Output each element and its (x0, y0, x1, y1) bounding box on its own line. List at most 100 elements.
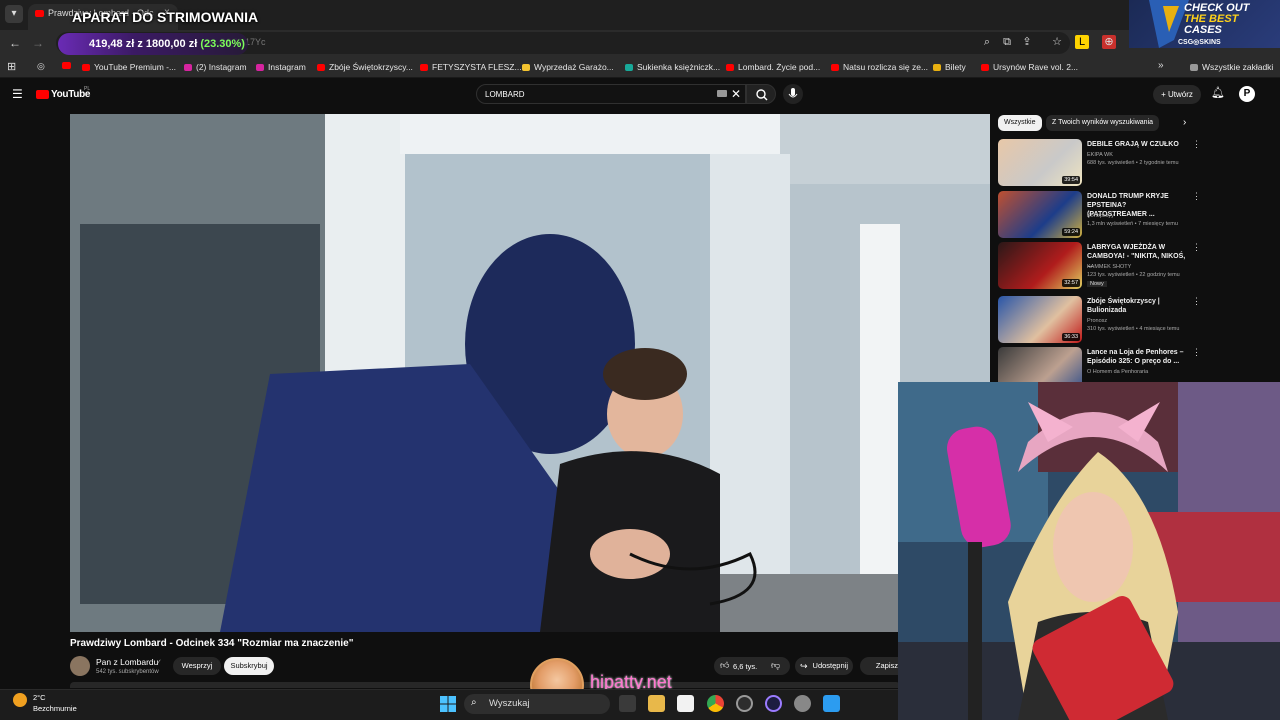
weather-temperature[interactable]: 2°C (33, 693, 46, 702)
obs-icon[interactable] (736, 695, 753, 712)
recommended-channel[interactable]: KAMMEK SHOTY (1087, 264, 1131, 270)
bookmark-item[interactable]: Instagram (256, 61, 306, 73)
thumbs-up-icon[interactable]: 👍︎ (720, 660, 729, 671)
video-thumbnail[interactable]: 32:57 (998, 242, 1082, 289)
taskbar-search[interactable] (464, 694, 610, 714)
bookmark-star-icon[interactable]: ☆ (1050, 35, 1064, 49)
recommended-video-title[interactable]: Lance na Loja de Penhores – Episódio 325… (1087, 348, 1187, 366)
subscribe-button[interactable]: Subskrybuj (224, 657, 274, 675)
tab-search-dropdown[interactable]: ▾ (5, 5, 23, 23)
bookmark-item[interactable]: YouTube Premium -... (82, 61, 176, 73)
zoom-icon[interactable]: ⌕ (980, 35, 994, 49)
bookmark-label: Sukienka księżniczk... (637, 62, 721, 72)
menu-hamburger-icon[interactable]: ☰ (12, 87, 23, 101)
channel-avatar[interactable] (70, 656, 90, 676)
recommended-meta: 688 tys. wyświetleń • 2 tygodnie temu (1087, 160, 1179, 166)
recommended-video-title[interactable]: Zbóje Świętokrzyscy | Bulionizada (1087, 297, 1187, 315)
search-button[interactable] (746, 84, 776, 104)
more-options-icon[interactable]: ⋮ (1192, 347, 1201, 358)
extension-icon[interactable]: ⊕ (1102, 35, 1116, 49)
save-button[interactable]: Zapisz (860, 657, 900, 675)
donation-goal-text: 419,48 zł z 1800,00 zł (23.30%) (89, 38, 245, 50)
bookmark-item[interactable]: Wyprzedaż Garażo... (522, 61, 614, 73)
bookmark-item[interactable]: Ursynów Rave vol. 2... (981, 61, 1078, 73)
more-options-icon[interactable]: ⋮ (1192, 296, 1201, 307)
bookmark-label: Bilety (945, 62, 966, 72)
video-thumbnail[interactable]: 39:54 (998, 139, 1082, 186)
search-icon: ⌕ (471, 697, 477, 708)
apps-grid-icon[interactable]: ⊞ (7, 60, 16, 73)
youtube-logo-icon[interactable] (36, 90, 49, 99)
store-icon[interactable] (677, 695, 694, 712)
support-button[interactable]: Wesprzyj (173, 657, 221, 675)
recommended-channel[interactable]: O Homem da Penhoraria (1087, 369, 1148, 375)
bookmark-label: Natsu rozlicza się ze... (843, 62, 929, 72)
weather-moon-icon[interactable] (13, 693, 27, 707)
more-options-icon[interactable]: ⋮ (1192, 191, 1201, 202)
video-duration: 59:24 (1062, 228, 1080, 236)
video-thumbnail[interactable]: 36:33 (998, 296, 1082, 343)
video-frame (70, 114, 990, 632)
bookmark-item[interactable]: Sukienka księżniczk... (625, 61, 720, 73)
recommended-channel[interactable]: Pronosz (1087, 318, 1107, 324)
ad-brand: CSG◎SKINS (1178, 39, 1221, 46)
bookmark-item[interactable]: FETYSZYSTA FLESZ... (420, 61, 522, 73)
bookmark-folder-icon[interactable]: ◎ (37, 61, 45, 72)
bookmark-label: Ursynów Rave vol. 2... (993, 62, 1079, 72)
share-button[interactable]: ↪ Udostępnij (795, 657, 853, 675)
keyboard-icon[interactable] (717, 90, 727, 97)
more-options-icon[interactable]: ⋮ (1192, 242, 1201, 253)
app-icon[interactable] (765, 695, 782, 712)
streamer-webcam (898, 382, 1280, 720)
file-explorer-icon[interactable] (648, 695, 665, 712)
thumbs-down-icon[interactable]: 👎︎ (771, 660, 780, 671)
install-icon[interactable]: ⧉ (1000, 35, 1014, 49)
chips-next-icon[interactable]: › (1183, 117, 1186, 128)
all-bookmarks-link[interactable]: Wszystkie zakładki (1190, 61, 1273, 73)
extension-icon[interactable]: L (1075, 35, 1089, 49)
task-view-icon[interactable] (619, 695, 636, 712)
voice-search-button[interactable] (783, 84, 803, 104)
clear-search-icon[interactable]: ✕ (731, 87, 741, 101)
recommended-channel[interactable]: Konopskyy (1087, 213, 1114, 219)
recommended-channel[interactable]: EKIPA WK (1087, 152, 1113, 158)
forward-arrow-icon[interactable]: → (29, 34, 47, 52)
recommended-video-title[interactable]: DEBILE GRAJĄ W CZUŁKO (1087, 140, 1187, 149)
bookmark-item[interactable]: (2) Instagram (184, 61, 247, 73)
more-options-icon[interactable]: ⋮ (1192, 139, 1201, 150)
description-box[interactable] (70, 682, 900, 688)
settings-gear-icon[interactable] (794, 695, 811, 712)
youtube-bookmark-icon[interactable] (62, 62, 71, 69)
bookmark-item[interactable]: Zbóje Świętokrzyscy... (317, 61, 413, 73)
bookmark-favicon-icon (82, 64, 90, 72)
bookmark-favicon-icon (726, 64, 734, 72)
share-page-icon[interactable]: ⇪ (1020, 35, 1034, 49)
bookmark-label: Zbóje Świętokrzyscy... (329, 62, 413, 72)
back-arrow-icon[interactable]: ← (6, 34, 24, 52)
bookmark-item[interactable]: Lombard. Życie pod... (726, 61, 820, 73)
app-icon[interactable] (823, 695, 840, 712)
like-count[interactable]: 6,6 tys. (733, 662, 757, 671)
windows-start-icon[interactable] (440, 696, 456, 712)
bookmark-favicon-icon (933, 64, 941, 72)
bookmark-item[interactable]: Bilety (933, 61, 966, 73)
chip-all[interactable]: Wszystkie (998, 115, 1042, 131)
verified-icon: ✓ (156, 659, 162, 666)
bookmark-item[interactable]: Natsu rozlicza się ze... (831, 61, 928, 73)
notifications-bell-icon[interactable]: 🔔︎ (1211, 86, 1225, 99)
more-bookmarks-icon[interactable]: » (1158, 60, 1164, 71)
weather-description[interactable]: Bezchmurnie (33, 704, 77, 713)
new-badge: Nowy (1087, 281, 1107, 287)
account-avatar[interactable]: P (1239, 86, 1255, 102)
create-button[interactable]: + Utwórz (1153, 85, 1201, 104)
video-duration: 32:57 (1062, 279, 1080, 287)
chrome-icon[interactable] (707, 695, 724, 712)
video-duration: 39:54 (1062, 176, 1080, 184)
channel-name[interactable]: Pan z Lombardu (96, 657, 158, 667)
video-thumbnail[interactable]: 59:24 (998, 191, 1082, 238)
taskbar-search-label: Wyszukaj (489, 698, 530, 709)
search-query: LOMBARD (485, 90, 525, 99)
video-player[interactable] (70, 114, 990, 632)
video-duration: 36:33 (1062, 333, 1080, 341)
chip-from-search[interactable]: Z Twoich wyników wyszukiwania (1046, 115, 1160, 131)
